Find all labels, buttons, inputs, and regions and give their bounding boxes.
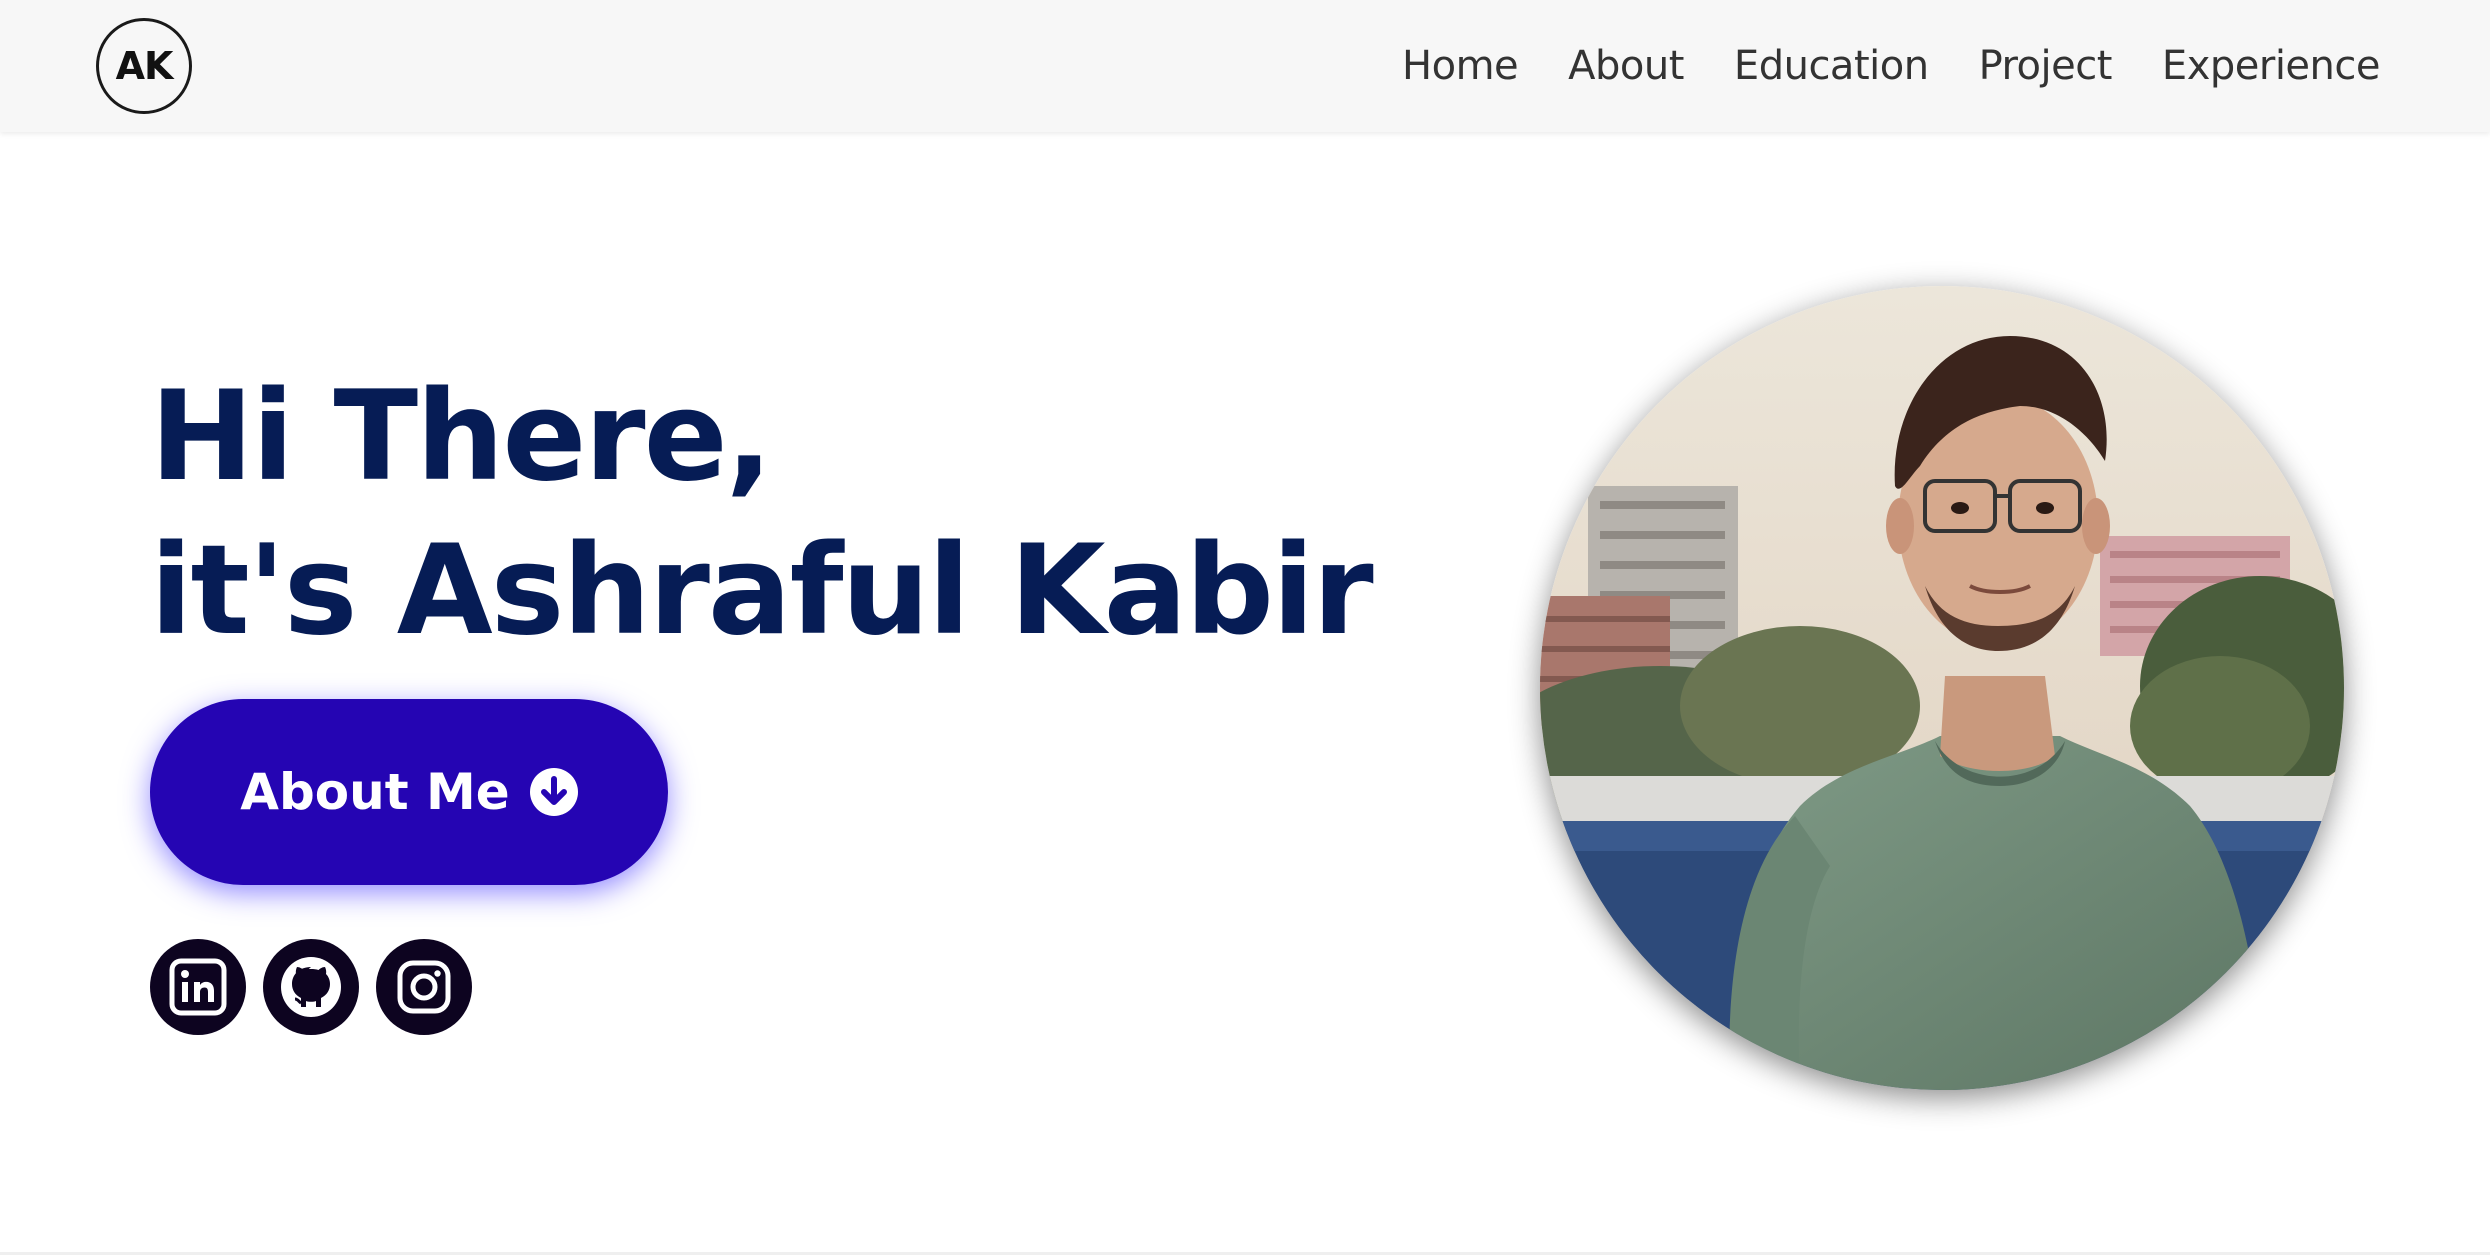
hero-greeting-line1: Hi There, — [150, 365, 773, 509]
hero-title: Hi There, it's Ashraful Kabir — [150, 360, 1374, 668]
nav-link-education[interactable]: Education — [1734, 43, 1929, 89]
instagram-icon[interactable] — [376, 939, 472, 1035]
about-me-button-label: About Me — [240, 763, 510, 821]
nav-link-experience[interactable]: Experience — [2162, 43, 2381, 89]
linkedin-icon[interactable] — [150, 939, 246, 1035]
social-links — [150, 939, 489, 1035]
nav-links: Home About Education Project Experience — [1352, 0, 2380, 132]
hero-greeting-line2: it's Ashraful Kabir — [150, 519, 1374, 663]
nav-link-about[interactable]: About — [1568, 43, 1684, 89]
nav-link-project[interactable]: Project — [1979, 43, 2113, 89]
about-me-button[interactable]: About Me — [150, 699, 668, 885]
logo[interactable]: AK — [96, 18, 192, 114]
profile-photo — [1540, 286, 2344, 1090]
arrow-down-circle-icon — [529, 768, 578, 816]
navbar: AK Home About Education Project Experien… — [0, 0, 2490, 132]
nav-link-home[interactable]: Home — [1402, 43, 1519, 89]
github-icon[interactable] — [263, 939, 359, 1035]
